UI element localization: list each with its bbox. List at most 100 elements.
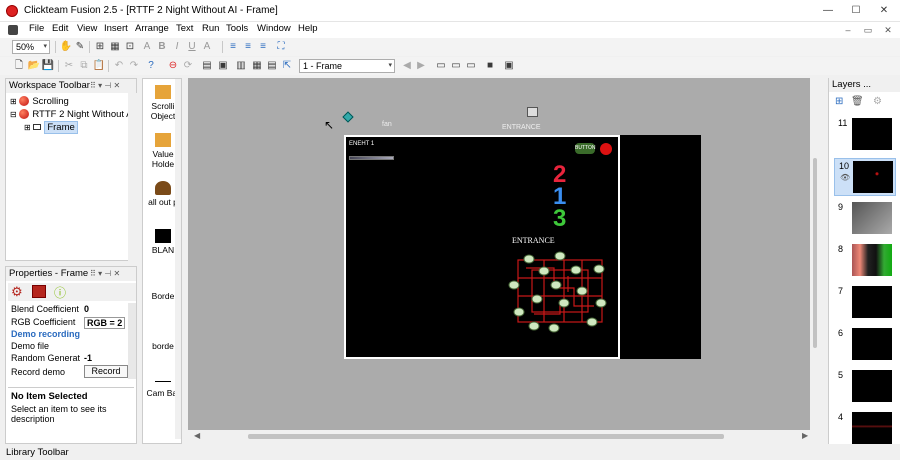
label-entrance[interactable]: ENTRANCE — [512, 236, 555, 245]
align-right-icon[interactable]: ≡ — [256, 40, 270, 54]
grid-setup-icon[interactable]: ⊡ — [123, 40, 137, 54]
refresh-icon[interactable]: ⟳ — [181, 59, 195, 73]
scroll-thumb[interactable] — [248, 434, 724, 439]
settings-gear-icon[interactable]: ⚙ — [11, 284, 23, 300]
undo-icon[interactable]: ↶ — [112, 59, 126, 73]
layer-options-icon[interactable]: ⚙ — [873, 96, 882, 107]
layer-item[interactable]: 9 — [834, 200, 896, 238]
italic-icon[interactable]: I — [170, 40, 184, 54]
layer-item[interactable]: 5 — [834, 368, 896, 406]
frame-select-combo[interactable]: 1 - Frame ▾ — [299, 59, 395, 73]
menu-text[interactable]: Text — [174, 23, 195, 34]
prop-demo-file[interactable]: Demo file — [11, 341, 131, 353]
prop-value[interactable]: RGB = 2 — [84, 317, 126, 329]
stop-icon[interactable]: ⊖ — [166, 59, 180, 73]
copy-icon[interactable]: ⧉ — [77, 59, 91, 73]
power-bar[interactable] — [349, 156, 394, 160]
prev-frame-icon[interactable]: ◀ — [400, 59, 414, 73]
paste-icon[interactable]: 📋 — [92, 59, 106, 73]
record-dot-icon[interactable] — [600, 143, 612, 155]
menu-insert[interactable]: Insert — [102, 23, 130, 34]
tree-item-scrolling[interactable]: ⊞ Scrolling — [10, 96, 69, 107]
panel-options-icon[interactable]: ⠿ ▾ ⊣ ✕ — [90, 79, 120, 93]
doc-minimize-button[interactable]: – — [840, 23, 856, 37]
frame-editor-icon[interactable]: ▣ — [216, 59, 230, 73]
event-editor-icon[interactable]: ▥ — [234, 59, 248, 73]
snap-grid-icon[interactable]: ⊞ — [93, 40, 107, 54]
menu-view[interactable]: View — [75, 23, 99, 34]
data-elements-icon[interactable]: ▤ — [265, 59, 279, 73]
workspace-scrollbar[interactable] — [128, 93, 137, 261]
pointer-icon[interactable]: ⇱ — [280, 59, 294, 73]
redo-icon[interactable]: ↷ — [127, 59, 141, 73]
tree-item-rttf2[interactable]: ⊟ RTTF 2 Night Without AI — [10, 109, 135, 120]
doc-close-button[interactable]: ✕ — [880, 23, 896, 37]
window-full-icon[interactable]: ▭ — [464, 59, 478, 73]
editor-vertical-scrollbar[interactable] — [810, 78, 820, 430]
underline-icon[interactable]: U — [185, 40, 199, 54]
menu-window[interactable]: Window — [255, 23, 293, 34]
color-icon[interactable]: A — [200, 40, 214, 54]
align-center-icon[interactable]: ≡ — [241, 40, 255, 54]
layer-item[interactable]: 6 — [834, 326, 896, 364]
cut-icon[interactable]: ✂ — [62, 59, 76, 73]
minimize-button[interactable]: — — [818, 3, 838, 19]
hand-icon[interactable]: ✋ — [59, 40, 73, 54]
grid-icon[interactable]: ▦ — [108, 40, 122, 54]
properties-scrollbar[interactable] — [128, 303, 136, 379]
help-icon[interactable]: ? — [144, 59, 158, 73]
label-fan[interactable]: fan — [382, 121, 392, 128]
layer-item[interactable]: 4 — [834, 410, 896, 448]
panel-options-icon[interactable]: ⠿ ▾ ⊣ ✕ — [90, 267, 120, 281]
preview-icon[interactable]: ▣ — [502, 59, 516, 73]
number-3[interactable]: 3 — [553, 207, 566, 231]
add-layer-icon[interactable]: ⊞ — [835, 96, 843, 107]
fit-icon[interactable]: ⛶ — [274, 40, 288, 54]
menu-tools[interactable]: Tools — [224, 23, 250, 34]
bold-icon[interactable]: B — [155, 40, 169, 54]
scroll-right-icon[interactable]: ▶ — [802, 431, 808, 440]
prop-blend[interactable]: Blend Coefficient 0 — [11, 304, 131, 316]
button-badge[interactable]: BUTTON — [575, 143, 595, 154]
save-icon[interactable]: 💾 — [41, 59, 55, 73]
eye-icon[interactable]: 👁 — [840, 173, 850, 182]
menu-run[interactable]: Run — [200, 23, 221, 34]
layer-item[interactable]: 8 — [834, 242, 896, 280]
zoom-combo[interactable]: 50% ▾ — [12, 40, 50, 54]
camera-map[interactable] — [504, 248, 614, 334]
brush-icon[interactable]: ✎ — [73, 40, 87, 54]
stop-square-icon[interactable]: ■ — [483, 59, 497, 73]
runtime-icon[interactable] — [32, 285, 46, 298]
close-button[interactable]: ✕ — [874, 3, 894, 19]
menu-help[interactable]: Help — [296, 23, 320, 34]
label-entrance-top[interactable]: ENTRANCE — [502, 124, 541, 131]
window-alt-icon[interactable]: ▭ — [449, 59, 463, 73]
prop-rgb[interactable]: RGB Coefficient RGB = 2 — [11, 317, 131, 329]
window-icon[interactable]: ▭ — [434, 59, 448, 73]
delete-layer-icon[interactable]: 🗑 — [851, 96, 864, 107]
hud-text[interactable]: ENEHT 1 — [349, 141, 374, 147]
about-icon[interactable]: ⓘ — [54, 284, 66, 301]
open-icon[interactable]: 📂 — [27, 59, 41, 73]
text-style-icon[interactable]: A — [140, 40, 154, 54]
align-left-icon[interactable]: ≡ — [226, 40, 240, 54]
menu-arrange[interactable]: Arrange — [133, 23, 171, 34]
image-object-icon[interactable] — [527, 107, 538, 117]
menu-edit[interactable]: Edit — [50, 23, 70, 34]
scroll-thumb[interactable] — [813, 158, 817, 348]
storyboard-icon[interactable]: ▤ — [200, 59, 214, 73]
prop-random[interactable]: Random Generat -1 — [11, 353, 131, 365]
layer-item[interactable]: 11 — [834, 116, 896, 154]
library-scrollbar[interactable] — [175, 79, 181, 439]
new-icon[interactable]: 🗋 — [12, 59, 26, 73]
editor-horizontal-scrollbar[interactable]: ◀ ▶ — [188, 430, 818, 444]
menu-file[interactable]: File — [27, 23, 46, 34]
doc-restore-button[interactable]: ▭ — [860, 23, 876, 37]
layer-item-selected[interactable]: 10 👁 — [834, 158, 896, 196]
scroll-left-icon[interactable]: ◀ — [194, 431, 200, 440]
record-button[interactable]: Record — [84, 365, 128, 378]
maximize-button[interactable]: ☐ — [846, 3, 866, 19]
tree-item-frame[interactable]: ⊞ Frame — [24, 121, 78, 134]
layer-item[interactable]: 7 — [834, 284, 896, 322]
next-frame-icon[interactable]: ▶ — [414, 59, 428, 73]
